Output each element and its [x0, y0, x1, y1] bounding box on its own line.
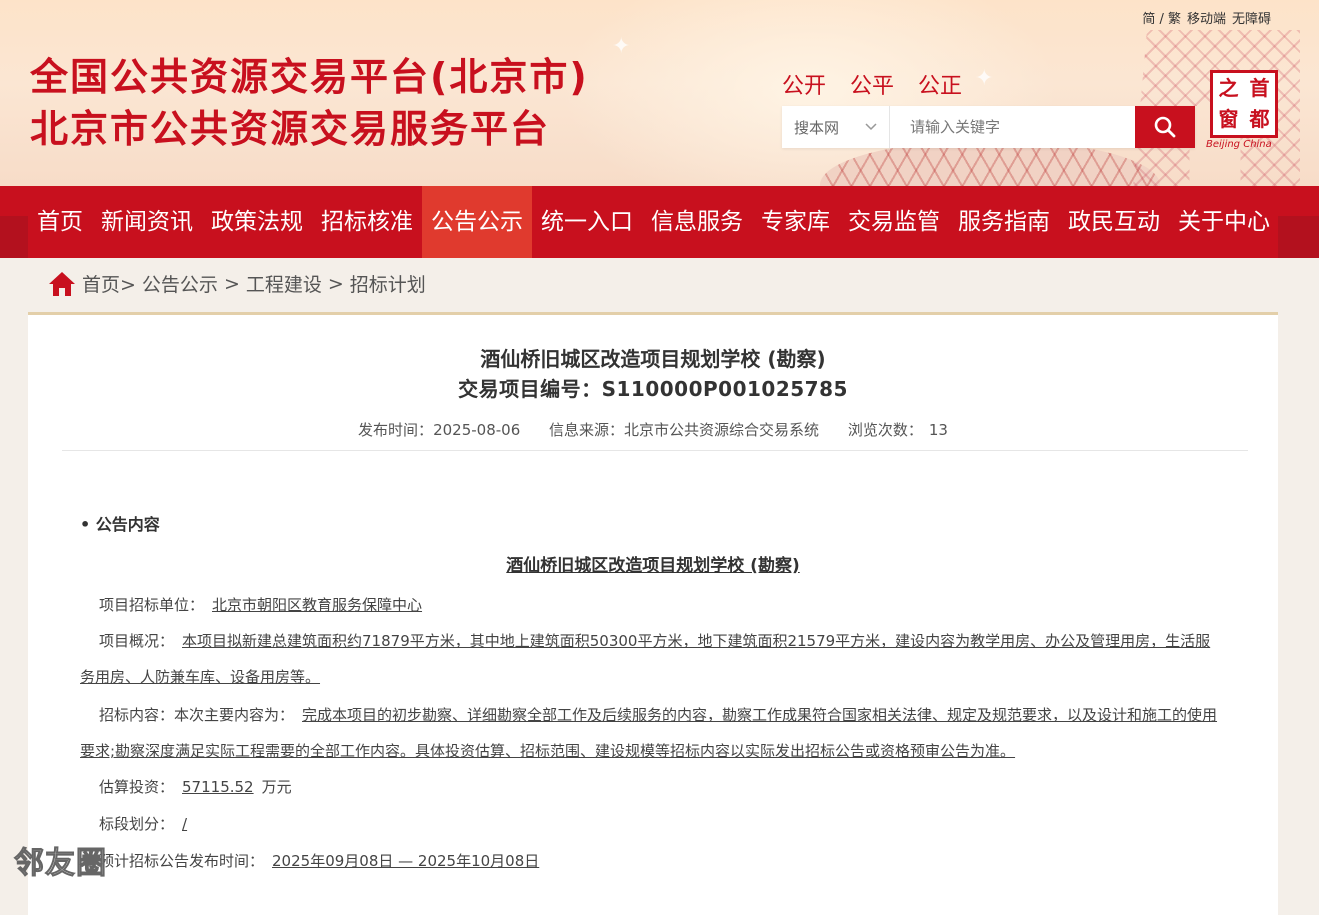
mobile-link[interactable]: 移动端: [1187, 8, 1226, 27]
home-icon[interactable]: [48, 271, 76, 297]
view-count-label: 浏览次数：: [847, 421, 923, 439]
field-value: /: [182, 815, 188, 833]
site-title-line1: 全国公共资源交易平台(北京市): [30, 55, 589, 99]
field-label: 招标内容：本次主要内容为：: [99, 706, 295, 724]
field-value: 本项目拟新建总建筑面积约71879平方米，其中地上建筑面积50300平方米，地下…: [80, 632, 1211, 686]
info-source-label: 信息来源：: [549, 421, 625, 439]
breadcrumb-separator: >: [223, 272, 240, 295]
nav-item-experts[interactable]: 专家库: [752, 186, 839, 258]
nav-item-news[interactable]: 新闻资讯: [92, 186, 202, 258]
announcement-title: 酒仙桥旧城区改造项目规划学校 (勘察): [506, 556, 800, 576]
nav-item-unified-entry[interactable]: 统一入口: [532, 186, 642, 258]
search-scope-label: 搜本网: [794, 118, 840, 137]
nav-item-interaction[interactable]: 政民互动: [1059, 186, 1169, 258]
search-button[interactable]: [1135, 106, 1195, 148]
slogan-just: 公正: [918, 74, 963, 99]
field-label: 估算投资：: [99, 778, 175, 796]
breadcrumb-separator: >: [327, 272, 344, 295]
accessibility-link[interactable]: 无障碍: [1232, 8, 1271, 27]
chevron-down-icon: [865, 123, 877, 131]
search-input[interactable]: [890, 106, 1135, 148]
logo-char: 首: [1249, 76, 1270, 100]
slogan-open: 公开: [782, 74, 827, 99]
search-icon: [1154, 116, 1176, 138]
nav-item-supervision[interactable]: 交易监管: [839, 186, 949, 258]
nav-item-guide[interactable]: 服务指南: [949, 186, 1059, 258]
nav-item-bid-approval[interactable]: 招标核准: [312, 186, 422, 258]
breadcrumb-home[interactable]: 首页>: [82, 270, 136, 297]
field-label: 标段划分：: [99, 815, 175, 833]
search-bar: 搜本网: [782, 106, 1195, 148]
article-card: 酒仙桥旧城区改造项目规划学校 (勘察) 交易项目编号：S110000P00102…: [28, 312, 1278, 915]
field-value: 57115.52: [182, 778, 254, 796]
site-header: ✦ ✦ 全国公共资源交易平台(北京市) 北京市公共资源交易服务平台 简 / 繁 …: [0, 0, 1319, 186]
field-value: 北京市朝阳区教育服务保障中心: [212, 596, 423, 614]
section-heading: • 公告内容: [80, 515, 160, 534]
field-publish-plan: 预计招标公告发布时间： 2025年09月08日 — 2025年10月08日: [80, 843, 1220, 879]
field-unit: 万元: [261, 778, 292, 796]
breadcrumb-announcements[interactable]: 公告公示: [142, 270, 218, 297]
view-count: 浏览次数： 13: [848, 421, 948, 439]
field-sections: 标段划分： /: [80, 806, 1220, 842]
field-content: 招标内容：本次主要内容为： 完成本项目的初步勘察、详细勘察全部工作及后续服务的内容…: [80, 697, 1220, 769]
field-value: 2025年09月08日 — 2025年10月08日: [272, 852, 540, 870]
divider: [62, 450, 1248, 451]
watermark: 邻友圈: [14, 846, 107, 882]
nav-item-info-service[interactable]: 信息服务: [642, 186, 752, 258]
field-overview: 项目概况： 本项目拟新建总建筑面积约71879平方米，其中地上建筑面积50300平…: [80, 623, 1220, 695]
bird-icon: ✦: [612, 34, 631, 59]
logo-char: 都: [1249, 107, 1270, 131]
breadcrumb-construction[interactable]: 工程建设: [246, 270, 322, 297]
publish-date-label: 发布时间：: [358, 421, 434, 439]
info-source-value: 北京市公共资源综合交易系统: [624, 421, 820, 439]
site-title-line2: 北京市公共资源交易服务平台: [30, 107, 551, 151]
main-nav: 首页 新闻资讯 政策法规 招标核准 公告公示 统一入口 信息服务 专家库 交易监…: [28, 186, 1278, 258]
nav-item-home[interactable]: 首页: [28, 186, 92, 258]
publish-date-value: 2025-08-06: [433, 421, 521, 439]
logo-char: 之: [1218, 76, 1239, 100]
nav-item-policy[interactable]: 政策法规: [202, 186, 312, 258]
article-project-code: 交易项目编号：S110000P001025785: [458, 377, 848, 401]
bird-icon: ✦: [975, 66, 994, 91]
slogans: 公开 公平 公正: [782, 68, 962, 100]
view-count-value: 13: [928, 421, 948, 439]
logo-char: 窗: [1218, 107, 1239, 131]
field-investment: 估算投资： 57115.52 万元: [80, 769, 1220, 805]
top-links: 简 / 繁 移动端 无障碍: [1142, 8, 1271, 27]
nav-item-about[interactable]: 关于中心: [1169, 186, 1279, 258]
publish-date: 发布时间：2025-08-06: [358, 421, 520, 439]
field-label: 预计招标公告发布时间：: [99, 852, 265, 870]
info-source: 信息来源：北京市公共资源综合交易系统: [549, 421, 819, 439]
nav-item-announcements[interactable]: 公告公示: [422, 186, 532, 258]
article-title: 酒仙桥旧城区改造项目规划学校 (勘察): [480, 347, 826, 371]
capital-window-logo[interactable]: 之 首 窗 都: [1210, 70, 1278, 138]
breadcrumb: 首页> 公告公示 > 工程建设 > 招标计划: [48, 270, 426, 297]
field-label: 项目招标单位：: [99, 596, 205, 614]
field-label: 项目概况：: [99, 632, 175, 650]
breadcrumb-bid-plan[interactable]: 招标计划: [350, 270, 426, 297]
slogan-fair: 公平: [850, 74, 895, 99]
lang-switch-link[interactable]: 简 / 繁: [1142, 8, 1181, 27]
field-bidding-unit: 项目招标单位： 北京市朝阳区教育服务保障中心: [80, 587, 1220, 623]
logo-subtitle: Beijing China: [1206, 139, 1272, 150]
article-meta: 发布时间：2025-08-06 信息来源：北京市公共资源综合交易系统 浏览次数：…: [28, 419, 1278, 440]
search-scope-select[interactable]: 搜本网: [782, 106, 890, 148]
